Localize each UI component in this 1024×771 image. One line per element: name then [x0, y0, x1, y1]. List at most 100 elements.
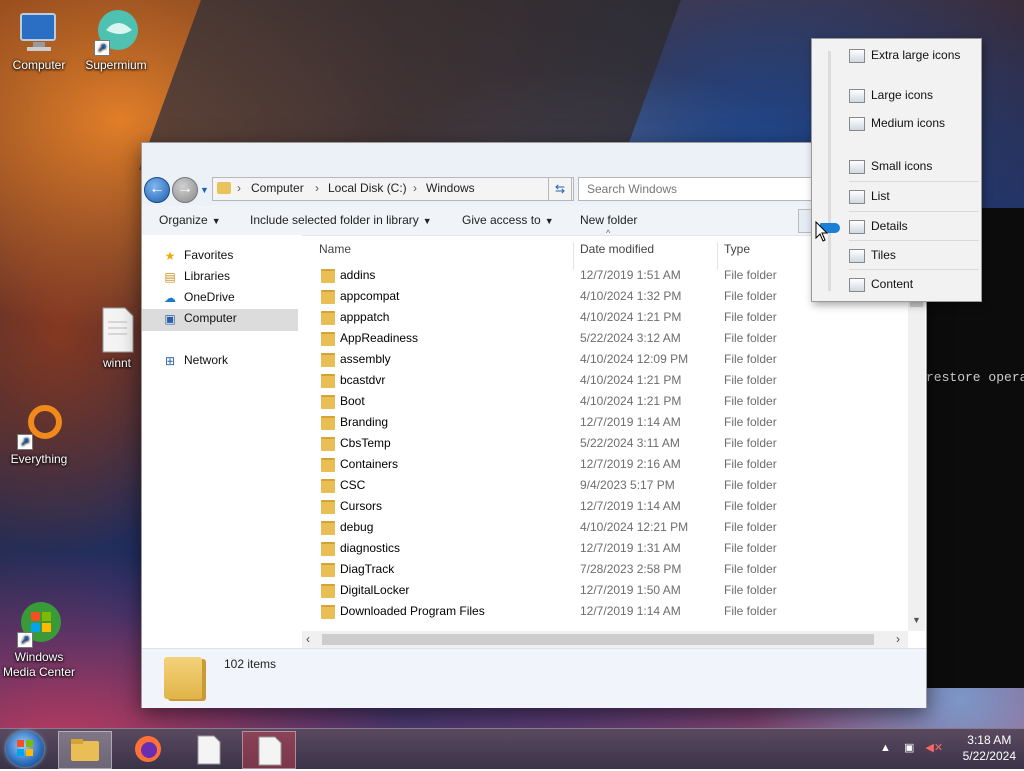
file-row[interactable]: Boot 4/10/2024 1:21 PM File folder — [308, 391, 904, 412]
file-row[interactable]: diagnostics 12/7/2019 1:31 AM File folder — [308, 538, 904, 559]
view-slider-track[interactable] — [828, 51, 831, 291]
column-name[interactable]: Name — [319, 242, 351, 256]
nav-item-network[interactable]: ⊞ Network — [162, 350, 298, 370]
view-option-medium-icons[interactable]: Medium icons — [849, 109, 979, 137]
command-bar: Organize ▼ Include selected folder in lib… — [142, 205, 926, 236]
desktop-icon-media-center[interactable]: ↗ Windows Media Center — [1, 600, 77, 680]
file-row[interactable]: CSC 9/4/2023 5:17 PM File folder — [308, 475, 904, 496]
nav-item-libraries[interactable]: ▤ Libraries — [162, 266, 298, 286]
file-name: diagnostics — [340, 541, 401, 555]
file-row[interactable]: DigitalLocker 12/7/2019 1:50 AM File folde… — [308, 580, 904, 601]
view-option-large-icons[interactable]: Large icons — [849, 81, 979, 109]
desktop-icon-everything[interactable]: ↗ Everything — [1, 402, 77, 467]
clock-date: 5/22/2024 — [962, 749, 1016, 763]
include-in-library-button[interactable]: Include selected folder in library ▼ — [250, 213, 432, 227]
file-row[interactable]: apppatch 4/10/2024 1:21 PM File folder — [308, 307, 904, 328]
folder-icon — [321, 374, 335, 388]
folder-icon — [164, 657, 202, 699]
file-row[interactable]: Downloaded Program Files 12/7/2019 1:14 A… — [308, 601, 904, 622]
nav-item-favorites[interactable]: ★ Favorites — [162, 245, 298, 265]
shortcut-arrow-icon: ↗ — [17, 434, 33, 450]
column-date-modified[interactable]: Date modified — [580, 242, 654, 256]
folder-icon — [321, 290, 335, 304]
file-row[interactable]: Branding 12/7/2019 1:14 AM File folder — [308, 412, 904, 433]
desktop-icon-label: Everything — [10, 452, 68, 466]
windows-media-center-icon: ↗ — [15, 600, 63, 648]
scroll-right-icon[interactable]: › — [896, 632, 900, 646]
computer-icon — [15, 8, 63, 56]
show-hidden-icons-icon[interactable]: ▲ — [880, 742, 891, 754]
view-option-list[interactable]: List — [849, 182, 979, 210]
file-type: File folder — [724, 268, 777, 282]
desktop-icon-computer[interactable]: Computer — [1, 8, 77, 73]
scroll-thumb[interactable] — [322, 634, 874, 645]
nav-item-onedrive[interactable]: ☁ OneDrive — [162, 287, 298, 307]
column-type[interactable]: Type — [724, 242, 750, 256]
network-icon[interactable]: ▣ — [904, 742, 914, 754]
console-text: restore opera — [926, 370, 1024, 385]
details-view-icon — [849, 219, 865, 234]
address-bar[interactable]: › Computer › Local Disk (C:) › Windows ▼ — [212, 177, 574, 201]
new-folder-button[interactable]: New folder — [580, 213, 637, 227]
search-input[interactable]: Search Windows — [578, 177, 830, 201]
file-name: debug — [340, 520, 374, 534]
file-type: File folder — [724, 331, 777, 345]
window-titlebar[interactable]: ← → ▼ › Computer › Local Disk (C:) › Win… — [142, 143, 926, 205]
file-list: addins 12/7/2019 1:51 AM File folder appcom… — [308, 265, 904, 633]
shortcut-arrow-icon: ↗ — [17, 632, 33, 648]
file-type: File folder — [724, 478, 777, 492]
refresh-button[interactable]: ⇆ — [548, 177, 572, 201]
forward-button[interactable]: → — [172, 177, 198, 203]
breadcrumb-computer[interactable]: Computer — [251, 181, 304, 195]
history-dropdown-icon[interactable]: ▼ — [200, 185, 209, 195]
scroll-left-icon[interactable]: ‹ — [306, 632, 310, 646]
file-row[interactable]: assembly 4/10/2024 12:09 PM File folder — [308, 349, 904, 370]
clock[interactable]: 3:18 AM 5/22/2024 — [963, 732, 1016, 764]
breadcrumb-windows[interactable]: Windows — [426, 181, 475, 195]
taskbar-firefox[interactable] — [122, 731, 174, 767]
back-button[interactable]: ← — [144, 177, 170, 203]
file-row[interactable]: CbsTemp 5/22/2024 3:11 AM File folder — [308, 433, 904, 454]
horizontal-scrollbar[interactable]: ‹ › — [302, 631, 908, 648]
view-option-details[interactable]: Details — [849, 212, 979, 240]
scroll-down-icon[interactable]: ▼ — [912, 615, 921, 625]
view-menu: Extra large icons Large icons Medium ico… — [811, 38, 982, 302]
file-row[interactable]: AppReadiness 5/22/2024 3:12 AM File folder — [308, 328, 904, 349]
view-option-content[interactable]: Content — [849, 270, 979, 298]
desktop-icon-supermium[interactable]: ↗ Supermium — [78, 8, 154, 73]
folder-icon — [321, 542, 335, 556]
file-name: appcompat — [340, 289, 400, 303]
view-option-extra-large-icons[interactable]: Extra large icons — [849, 41, 979, 69]
file-name: bcastdvr — [340, 373, 386, 387]
file-row[interactable]: bcastdvr 4/10/2024 1:21 PM File folder — [308, 370, 904, 391]
file-type: File folder — [724, 394, 777, 408]
give-access-button[interactable]: Give access to ▼ — [462, 213, 554, 227]
item-count: 102 items — [224, 657, 277, 671]
file-name: apppatch — [340, 310, 390, 324]
start-button[interactable] — [6, 731, 44, 767]
folder-icon — [321, 521, 335, 535]
taskbar-notepad-2[interactable] — [242, 731, 296, 769]
file-row[interactable]: Containers 12/7/2019 2:16 AM File folder — [308, 454, 904, 475]
nav-item-computer[interactable]: ▣ Computer — [162, 308, 298, 328]
volume-muted-icon[interactable]: ◀✕ — [925, 742, 943, 754]
file-name: Containers — [340, 457, 399, 471]
organize-button[interactable]: Organize ▼ — [159, 213, 221, 227]
file-row[interactable]: Cursors 12/7/2019 1:14 AM File folder — [308, 496, 904, 517]
taskbar-notepad[interactable] — [182, 731, 234, 767]
file-row[interactable]: DiagTrack 7/28/2023 2:58 PM File folder — [308, 559, 904, 580]
view-option-small-icons[interactable]: Small icons — [849, 152, 979, 180]
breadcrumb-local-disk[interactable]: Local Disk (C:) — [328, 181, 407, 195]
file-row[interactable]: debug 4/10/2024 12:21 PM File folder — [308, 517, 904, 538]
explorer-window[interactable]: ← → ▼ › Computer › Local Disk (C:) › Win… — [141, 142, 927, 708]
everything-icon: ↗ — [15, 402, 63, 450]
view-option-tiles[interactable]: Tiles — [849, 241, 979, 269]
file-date: 12/7/2019 2:16 AM — [580, 457, 681, 471]
taskbar-explorer[interactable] — [58, 731, 112, 769]
folder-icon — [71, 739, 99, 761]
file-date: 4/10/2024 12:21 PM — [580, 520, 689, 534]
text-file-icon — [258, 736, 282, 766]
sort-ascending-icon: ^ — [606, 228, 611, 238]
file-date: 9/4/2023 5:17 PM — [580, 478, 675, 492]
file-name: Boot — [340, 394, 365, 408]
